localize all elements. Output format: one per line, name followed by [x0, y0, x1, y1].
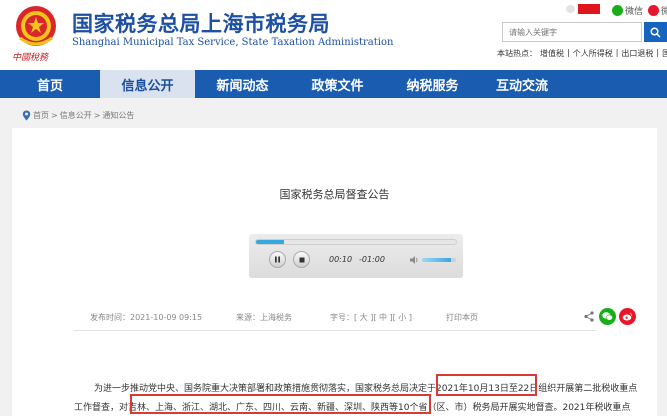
highlight-box-provinces: [130, 394, 431, 414]
site-title[interactable]: 国家税务总局上海市税务局: [72, 8, 330, 38]
weibo-icon: [622, 312, 633, 321]
article-card: 国家税务总局督查公告 00:10 -01:00 发布时间：2021-10-09 …: [12, 128, 657, 416]
current-time: 00:10: [329, 255, 353, 264]
divider: |: [656, 48, 660, 57]
nav-home[interactable]: 首页: [0, 70, 100, 98]
hot-link-iit[interactable]: 个人所得税: [573, 48, 613, 59]
search-input[interactable]: [502, 22, 642, 42]
paragraph-text: 工作督查，对: [74, 403, 129, 413]
wechat-label: 微信: [625, 7, 644, 17]
article-source: 来源：上海税务: [236, 312, 292, 323]
nav-news[interactable]: 新闻动态: [195, 70, 290, 98]
remaining-time: -01:00: [359, 255, 385, 264]
stop-button[interactable]: [293, 251, 310, 268]
share-icon[interactable]: [584, 311, 594, 322]
font-size-medium[interactable]: [ 中 ]: [373, 313, 392, 322]
nav-interaction[interactable]: 互动交流: [480, 70, 580, 98]
paragraph-text: 为进一步推动党中央、国务院重大决策部署和政策措施贯彻落实，国家税务总局决定于: [94, 384, 437, 394]
paragraph-text: 组织开展第二批税收重点: [538, 384, 638, 394]
hot-link-vat[interactable]: 增值税: [540, 48, 564, 59]
print-page-link[interactable]: 打印本页: [446, 312, 478, 323]
paragraph-text: （区、市）税务局开展实地督查。2021年税收重点: [427, 403, 631, 413]
font-size-controls: 字号：[ 大 ][ 中 ][ 小 ]: [330, 312, 412, 323]
pause-icon: [275, 256, 280, 263]
publish-date-value: 2021-10-09 09:15: [130, 313, 203, 322]
nav-policy-docs[interactable]: 政策文件: [290, 70, 385, 98]
audio-progress-fill: [256, 240, 284, 244]
font-size-label: 字号：: [330, 313, 354, 322]
stop-icon: [299, 257, 304, 262]
meta-divider: [74, 330, 596, 331]
site-header: 中國稅務 国家税务总局上海市税务局 Shanghai Municipal Tax…: [0, 0, 667, 70]
publish-date: 发布时间：2021-10-09 09:15: [90, 312, 202, 323]
weibo-icon: [648, 5, 659, 16]
breadcrumb-separator: >: [93, 111, 101, 120]
font-size-small[interactable]: [ 小 ]: [393, 313, 412, 322]
flag-icon: [578, 4, 600, 14]
wechat-icon: [612, 5, 623, 16]
highlight-box-dates: [436, 374, 537, 396]
audio-progress-bar[interactable]: [255, 239, 457, 245]
divider: |: [567, 48, 570, 57]
tax-emblem-icon: [16, 6, 56, 46]
audio-player: 00:10 -01:00: [249, 234, 463, 278]
share-weibo-button[interactable]: [619, 308, 636, 325]
volume-icon[interactable]: [409, 255, 419, 265]
weibo-link[interactable]: 微博: [648, 4, 667, 17]
wechat-link[interactable]: 微信: [612, 4, 643, 17]
weibo-label: 微博: [661, 7, 667, 17]
nav-info-disclosure[interactable]: 信息公开: [100, 70, 195, 98]
article-title: 国家税务总局督查公告: [279, 188, 390, 201]
language-flag[interactable]: [566, 4, 600, 14]
main-nav: 首页 信息公开 新闻动态 政策文件 纳税服务 互动交流: [0, 70, 667, 98]
publish-date-label: 发布时间：: [90, 313, 130, 322]
hot-links: 本站热点： 增值税 | 个人所得税 | 出口退税 | 国五: [497, 48, 667, 59]
hot-link-export-rebate[interactable]: 出口退税: [621, 48, 653, 59]
source-label: 来源：: [236, 313, 260, 322]
source-value: 上海税务: [260, 313, 292, 322]
font-size-large[interactable]: [ 大 ]: [354, 313, 373, 322]
search-button[interactable]: [644, 22, 667, 42]
breadcrumb-home[interactable]: 首页: [33, 110, 49, 121]
nav-tax-services[interactable]: 纳税服务: [385, 70, 480, 98]
location-pin-icon: [22, 110, 31, 121]
breadcrumb-notices[interactable]: 通知公告: [102, 110, 134, 121]
paragraph-line-1: 为进一步推动党中央、国务院重大决策部署和政策措施贯彻落实，国家税务总局决定于20…: [94, 381, 637, 394]
divider: |: [615, 48, 619, 57]
breadcrumb-separator: >: [51, 111, 58, 120]
breadcrumb-info[interactable]: 信息公开: [60, 110, 92, 121]
wechat-icon: [602, 312, 613, 321]
hot-links-label: 本站热点：: [497, 49, 537, 58]
search-icon: [650, 26, 661, 38]
pause-button[interactable]: [269, 251, 286, 268]
volume-fill: [422, 258, 451, 262]
share-wechat-button[interactable]: [599, 308, 616, 325]
breadcrumb: 首页 > 信息公开 > 通知公告: [22, 110, 134, 121]
globe-icon: [566, 5, 575, 13]
emblem-caption: 中國稅務: [12, 53, 49, 63]
site-subtitle: Shanghai Municipal Tax Service, State Ta…: [72, 37, 394, 48]
volume-slider[interactable]: [422, 258, 456, 262]
hot-link-more[interactable]: 国五: [662, 48, 667, 59]
